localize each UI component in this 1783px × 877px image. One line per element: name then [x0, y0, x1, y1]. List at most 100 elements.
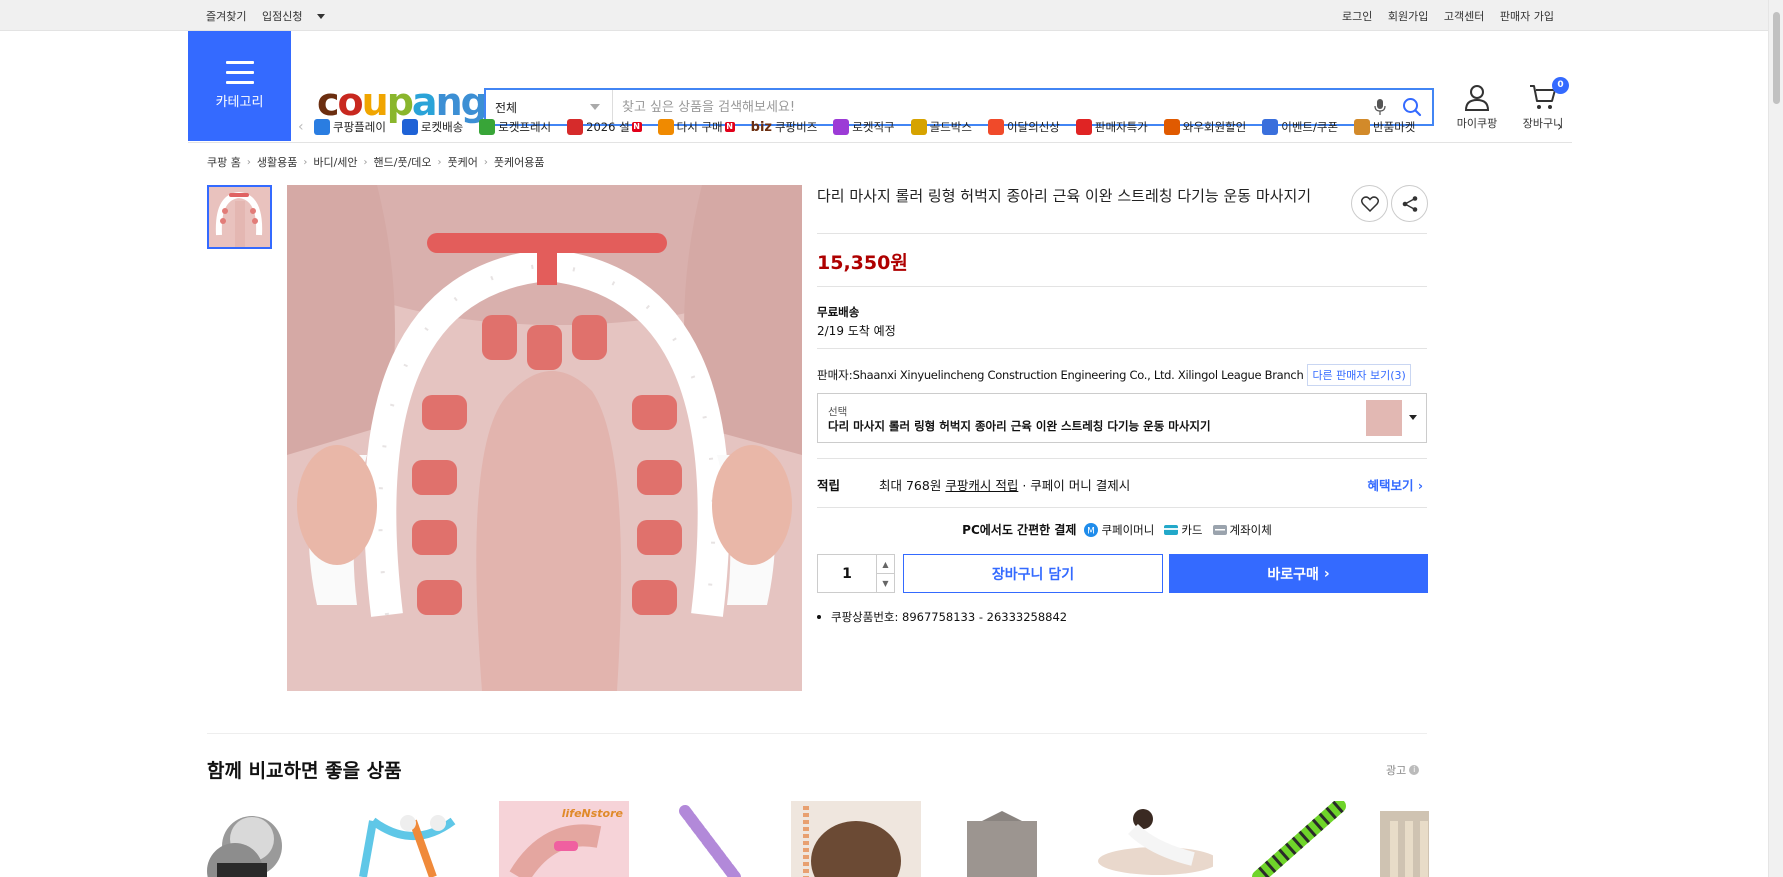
- add-to-cart-button[interactable]: 장바구니 담기: [903, 554, 1163, 593]
- bookmark-link[interactable]: 즐겨찾기: [206, 10, 246, 23]
- recommend-item[interactable]: [791, 801, 921, 877]
- recommend-item[interactable]: [937, 801, 1067, 877]
- chevron-right-icon: ›: [483, 156, 488, 168]
- option-selector[interactable]: 선택 다리 마사지 롤러 링형 허벅지 종아리 근육 이완 스트레칭 다기능 운…: [817, 393, 1427, 443]
- breadcrumb-link[interactable]: 핸드/풋/데오: [374, 154, 432, 170]
- product-main-image[interactable]: [287, 185, 802, 691]
- option-thumbnail: [1366, 400, 1402, 436]
- new-badge: N: [724, 122, 735, 132]
- top-utility-bar: 즐겨찾기 입점신청 로그인 회원가입 고객센터 판매자 가입: [0, 0, 1783, 31]
- recommend-item[interactable]: [353, 801, 483, 877]
- recommend-item[interactable]: lifeNstore: [499, 801, 629, 877]
- signup-link[interactable]: 회원가입: [1388, 10, 1428, 23]
- nav-item-label: 로켓직구: [852, 120, 895, 134]
- nav-item[interactable]: 이벤트/쿠폰: [1262, 119, 1338, 135]
- wishlist-button[interactable]: [1351, 185, 1388, 222]
- page-scrollbar[interactable]: [1768, 0, 1783, 877]
- arrival-date: 2/19 도착 예정: [817, 324, 896, 338]
- share-button[interactable]: [1391, 185, 1428, 222]
- nav-next-arrow-icon[interactable]: ›: [1557, 119, 1573, 135]
- nav-item[interactable]: 다시 구매 N: [657, 119, 735, 135]
- nav-item-label: 쿠팡비즈: [774, 120, 818, 134]
- new-badge: N: [631, 122, 642, 132]
- login-link[interactable]: 로그인: [1342, 10, 1372, 23]
- heart-icon: [1360, 195, 1379, 212]
- nav-prev-arrow-icon[interactable]: ‹: [298, 119, 314, 135]
- nav-item-label: 이달의신상: [1006, 120, 1060, 134]
- coupay-icon: M: [1084, 522, 1099, 537]
- nav-item-label: 이벤트/쿠폰: [1281, 120, 1339, 134]
- buy-now-label: 바로구매: [1267, 566, 1319, 583]
- product-title: 다리 마사지 롤러 링형 허벅지 종아리 근육 이완 스트레칭 다기능 운동 마…: [817, 187, 1312, 205]
- nav-item[interactable]: 반품마켓: [1354, 119, 1415, 135]
- chevron-down-icon: [1409, 415, 1417, 420]
- quantity-value[interactable]: 1: [818, 555, 876, 592]
- nav-item[interactable]: biz 쿠팡비즈: [751, 119, 818, 135]
- cash-suffix: · 쿠페이 머니 결제시: [1022, 478, 1131, 493]
- benefit-link[interactable]: 혜택보기 ›: [1367, 475, 1423, 494]
- nav-item[interactable]: 로켓배송: [401, 119, 463, 135]
- nav-item[interactable]: 골드박스: [910, 119, 972, 135]
- goldbox-icon: [910, 119, 927, 135]
- scrollbar-thumb[interactable]: [1773, 12, 1780, 104]
- breadcrumb-link[interactable]: 쿠팡 홈: [207, 154, 241, 170]
- section-divider: [207, 733, 1427, 734]
- recommend-item[interactable]: [207, 801, 337, 877]
- product-thumbnail[interactable]: [207, 185, 272, 249]
- option-value: 다리 마사지 롤러 링형 허벅지 종아리 근육 이완 스트레칭 다기능 운동 마…: [828, 419, 1211, 433]
- gift-icon: [567, 119, 584, 135]
- quantity-up-icon[interactable]: ▲: [877, 555, 894, 574]
- recommend-item[interactable]: [645, 801, 775, 877]
- breadcrumb-link[interactable]: 풋케어: [448, 154, 478, 170]
- chevron-right-icon: ›: [303, 156, 308, 168]
- bank-icon: [1212, 524, 1227, 535]
- product-id-row: 쿠팡상품번호: 8967758133 - 26333258842: [817, 609, 1067, 625]
- buy-now-button[interactable]: 바로구매 ›: [1169, 554, 1428, 593]
- ad-label[interactable]: 광고 i: [1386, 762, 1420, 778]
- chevron-right-icon: ›: [363, 156, 368, 168]
- chevron-right-icon: ›: [1417, 478, 1423, 493]
- store-logo-text: lifeNstore: [561, 807, 623, 820]
- seller-prefix: 판매자:: [817, 368, 853, 382]
- recommend-title: 함께 비교하면 좋을 상품: [207, 760, 402, 782]
- customer-center-link[interactable]: 고객센터: [1444, 10, 1484, 23]
- recommend-item[interactable]: [1229, 801, 1359, 877]
- nav-item[interactable]: 와우회원할인: [1163, 119, 1247, 135]
- seller-info: 판매자: Shaanxi Xinyuelincheng Construction…: [817, 364, 1411, 386]
- nav-item-label: 와우회원할인: [1182, 120, 1247, 134]
- share-icon: [1402, 195, 1417, 212]
- nav-item[interactable]: 판매자특가: [1075, 119, 1148, 135]
- percent-icon: [1075, 119, 1092, 135]
- card-icon: [1164, 524, 1179, 535]
- nav-item[interactable]: 이달의신상: [987, 119, 1060, 135]
- breadcrumb-link[interactable]: 생활용품: [257, 154, 297, 170]
- recommend-item[interactable]: [1375, 801, 1429, 877]
- bullet: [817, 615, 821, 619]
- service-nav-items: 쿠팡플레이 로켓배송 로켓프레시 2026 설 N 다시 구매 Nbiz 쿠팡비즈 로켓직구 골드…: [314, 119, 1557, 135]
- cash-amount: 최대 768원: [879, 478, 942, 493]
- coupang-cash-link[interactable]: 쿠팡캐시 적립: [945, 475, 1018, 494]
- user-icon: [1464, 85, 1490, 111]
- breadcrumb-link[interactable]: 바디/세안: [313, 154, 357, 170]
- breadcrumb-link[interactable]: 풋케어용품: [494, 154, 545, 170]
- other-sellers-button[interactable]: 다른 판매자 보기(3): [1307, 364, 1411, 386]
- ad-label-text: 광고: [1386, 764, 1407, 777]
- divider: [817, 286, 1427, 287]
- hamburger-icon: [225, 61, 254, 84]
- chevron-right-icon: ›: [437, 156, 442, 168]
- nav-item-label: 다시 구매: [676, 120, 723, 134]
- rocket-icon: [401, 119, 418, 135]
- quantity-down-icon[interactable]: ▼: [877, 574, 894, 592]
- seller-signup-link[interactable]: 판매자 가입: [1500, 10, 1554, 23]
- quantity-stepper: 1 ▲ ▼: [817, 554, 895, 593]
- recommend-item[interactable]: [1083, 801, 1213, 877]
- rocket-fresh-icon: [479, 119, 496, 135]
- nav-item[interactable]: 쿠팡플레이: [314, 119, 386, 135]
- nav-item[interactable]: 로켓직구: [833, 119, 895, 135]
- nav-item[interactable]: 로켓프레시: [479, 119, 551, 135]
- seller-apply-link[interactable]: 입점신청: [262, 10, 326, 23]
- wow-icon: [1163, 119, 1180, 135]
- nav-item[interactable]: 2026 설N: [567, 119, 642, 135]
- category-button[interactable]: 카테고리: [188, 31, 291, 141]
- play-icon: [314, 119, 330, 135]
